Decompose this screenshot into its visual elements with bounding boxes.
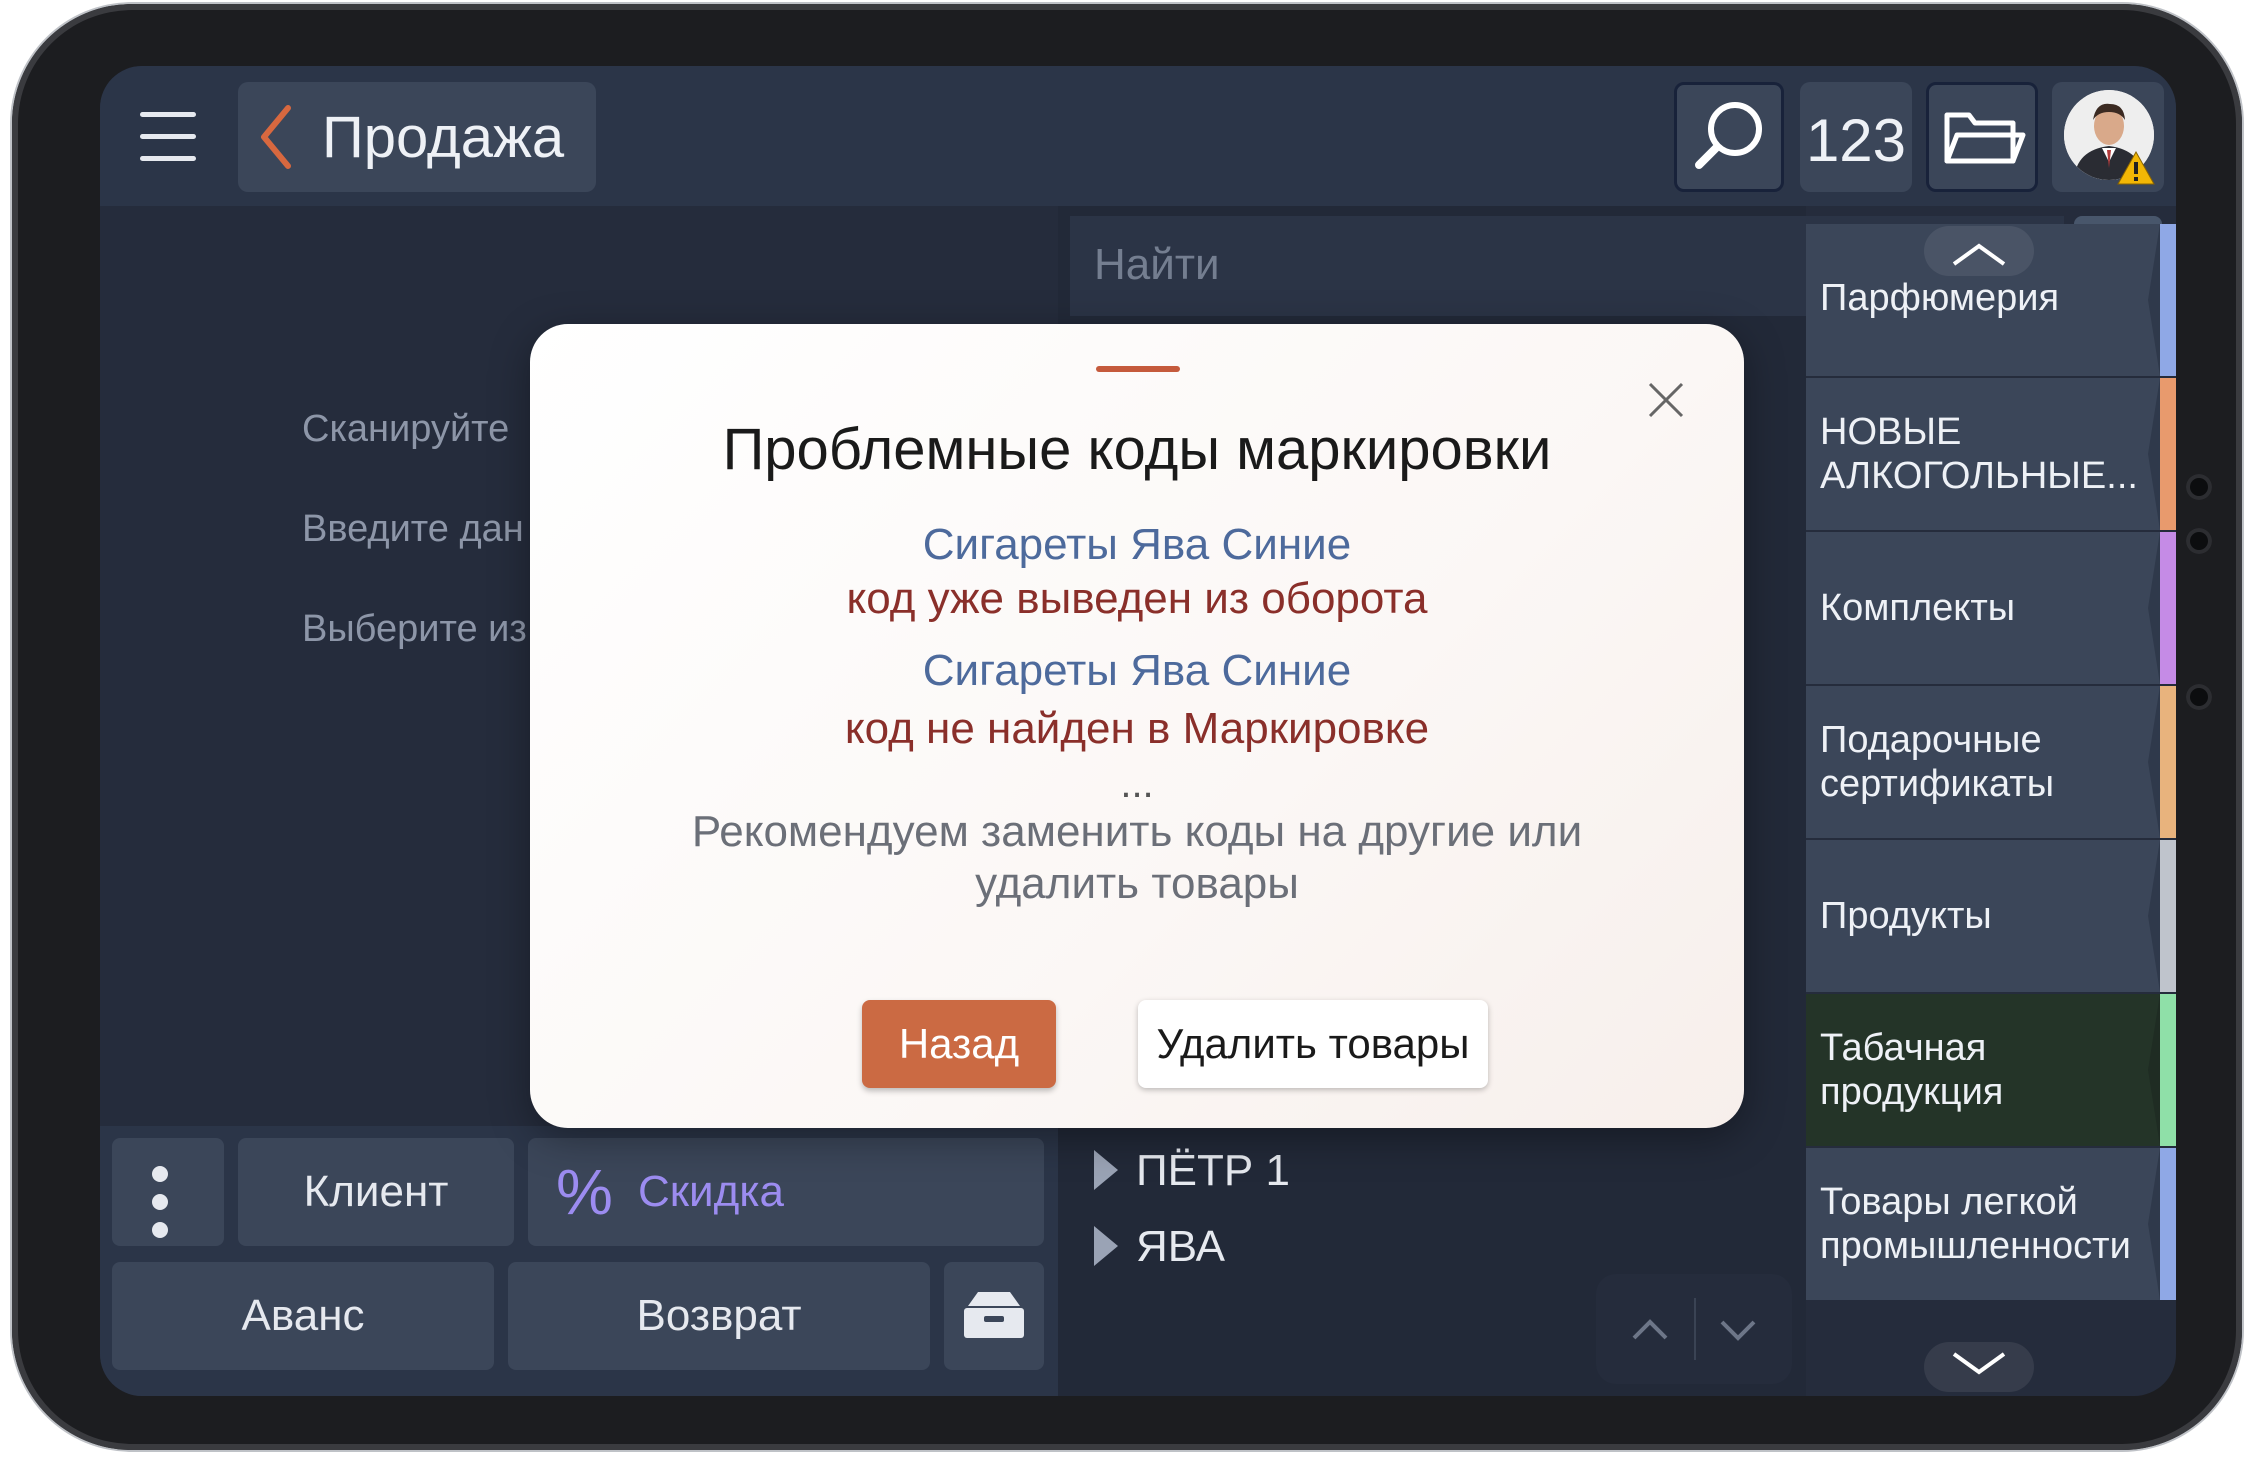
more-ellipsis: ... [1120, 762, 1154, 806]
product-name: Сигареты Ява Синие [922, 520, 1352, 569]
tablet-frame: Продажа 123 Сканируйте Введите дан Выбер… [12, 4, 2242, 1450]
back-dialog-button[interactable]: Назад [862, 1000, 1056, 1088]
drag-handle[interactable] [1096, 366, 1180, 372]
camera-dot [2186, 684, 2212, 710]
problem-codes-dialog: Проблемные коды маркировки Сигареты Ява … [530, 324, 1744, 1128]
error-message: код уже выведен из оборота [846, 574, 1428, 623]
recommendation-text: Рекомендуем заменить коды на другие или … [691, 807, 1583, 908]
camera-dot [2186, 474, 2212, 500]
error-message: код не найден в Маркировке [844, 704, 1430, 753]
delete-items-button[interactable]: Удалить товары [1138, 1000, 1488, 1088]
product-name: Сигареты Ява Синие [922, 646, 1352, 695]
camera-dot [2186, 528, 2212, 554]
dialog-title: Проблемные коды маркировки [722, 417, 1552, 482]
app-screen: Продажа 123 Сканируйте Введите дан Выбер… [100, 66, 2176, 1396]
